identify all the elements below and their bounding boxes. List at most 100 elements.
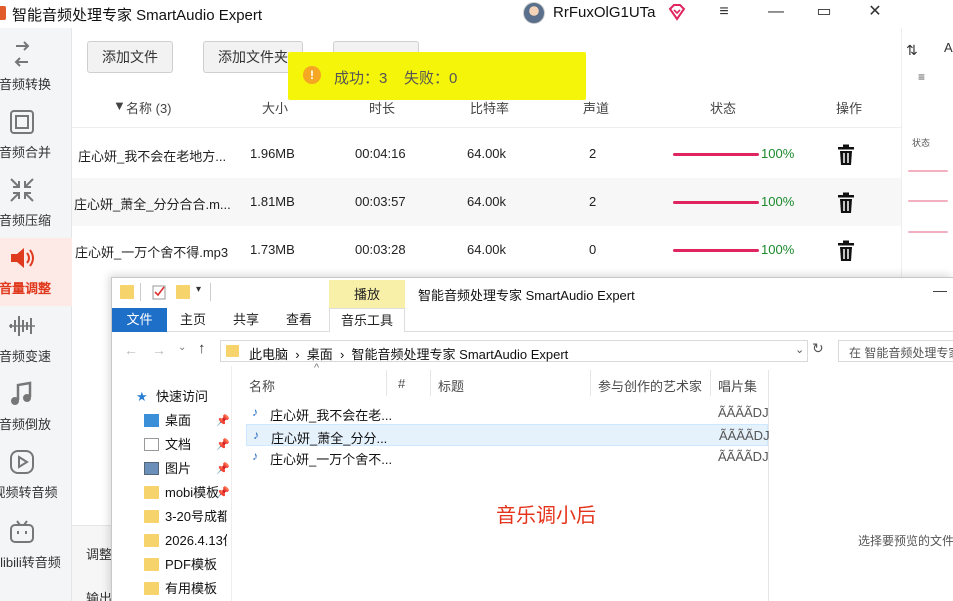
tab-play[interactable]: 播放 (329, 280, 405, 309)
progress-line (908, 200, 948, 202)
column-header-title[interactable]: 标题 (438, 376, 464, 395)
file-name: 庄心妍_萧全_分分... (271, 431, 388, 446)
file-item[interactable]: ♪ 庄心妍_一万个舍不... ÃÃÃÃDJ( (246, 446, 768, 468)
quick-access-dropdown-icon[interactable]: ▾ (196, 284, 201, 295)
folder-icon (226, 345, 239, 357)
vip-diamond-icon[interactable] (667, 2, 687, 22)
minimize-button[interactable]: — (765, 2, 787, 24)
search-input[interactable]: 在 智能音频处理专家 (838, 340, 953, 362)
sidebar-item-label: 音量调整 (0, 281, 51, 296)
sidebar-item-audio-merge[interactable]: 音频合并 (0, 102, 72, 170)
nav-label: 3-20号成都 (165, 509, 227, 524)
file-album: ÃÃÃÃDJ( (719, 428, 769, 443)
table-row[interactable]: 庄心妍_我不会在老地方... 1.96MB 00:04:16 64.00k 2 … (72, 130, 901, 178)
address-dropdown-icon[interactable]: ⌄ (795, 343, 804, 356)
username[interactable]: RrFuxOlG1UTa (553, 4, 656, 21)
table-row[interactable]: 庄心妍_一万个舍不得.mp3 1.73MB 00:03:28 64.00k 0 … (72, 226, 901, 274)
forward-icon[interactable]: → (152, 342, 166, 358)
output-label: 输出 (86, 591, 113, 601)
column-separator (590, 370, 591, 396)
address-bar-row: ← → ⌄ ↑ 此电脑 › 桌面 › 智能音频处理专家 SmartAudio E… (112, 336, 953, 366)
picture-icon (144, 462, 159, 475)
file-duration: 00:03:57 (355, 194, 406, 209)
nav-label: 有用模板 (165, 581, 218, 596)
sort-arrow-icon[interactable]: ▼ (113, 98, 126, 113)
column-header-size: 大小 (262, 101, 289, 116)
folder-icon (144, 558, 159, 571)
refresh-icon[interactable]: ↻ (812, 340, 824, 357)
table-row[interactable]: 庄心妍_萧全_分分合合.m... 1.81MB 00:03:57 64.00k … (72, 178, 901, 226)
file-bitrate: 64.00k (467, 194, 507, 209)
properties-icon[interactable] (152, 284, 166, 300)
divider (140, 283, 141, 301)
file-item[interactable]: ♪ 庄心妍_萧全_分分... ÃÃÃÃDJ( (246, 424, 769, 446)
close-button[interactable]: ✕ (864, 2, 886, 24)
sidebar-item-label: bilibili转音频 (0, 555, 61, 570)
file-name: 庄心妍_一万个舍不得.mp3 (75, 245, 229, 260)
sidebar-item-label: 音频合并 (0, 145, 51, 160)
file-item[interactable]: ♪ 庄心妍_我不会在老... ÃÃÃÃDJ( (246, 402, 768, 424)
file-channels: 2 (589, 146, 597, 161)
add-file-button[interactable]: 添加文件 (87, 41, 173, 73)
up-icon[interactable]: ↑ (198, 340, 206, 357)
column-header-actions: 操作 (836, 101, 863, 116)
minimize-button[interactable]: — (933, 282, 947, 298)
pin-icon: 📌 (216, 487, 230, 499)
column-header-name[interactable]: 名称 (249, 376, 275, 395)
tab-music-tools[interactable]: 音乐工具 (329, 308, 405, 332)
address-path: 此电脑 › 桌面 › 智能音频处理专家 SmartAudio Expert (249, 347, 569, 362)
settings-panel: 调整 输出 (72, 525, 112, 601)
document-icon (144, 438, 159, 451)
column-header-bitrate: 比特率 (470, 101, 510, 116)
file-size: 1.81MB (250, 194, 295, 209)
back-icon[interactable]: ← (124, 342, 138, 358)
trash-icon[interactable] (836, 240, 856, 262)
result-toast: ! 成功：3 失败：0 (288, 52, 586, 100)
column-header-artists[interactable]: 参与创作的艺术家 (598, 376, 702, 395)
recent-dropdown-icon[interactable]: ⌄ (178, 342, 186, 353)
file-album: ÃÃÃÃDJ( (718, 405, 768, 420)
progress-bar (673, 153, 759, 156)
sidebar-item-audio-convert[interactable]: 音频转换 (0, 34, 72, 102)
pin-icon: 📌 (216, 439, 230, 451)
trash-icon[interactable] (836, 192, 856, 214)
folder-icon (144, 486, 159, 499)
folder-icon (144, 510, 159, 523)
nav-label: 快速访问 (156, 389, 209, 404)
tab-file[interactable]: 文件 (112, 308, 167, 332)
sidebar-item-audio-speed[interactable]: 音频变速 (0, 306, 72, 374)
column-separator (386, 370, 387, 396)
sidebar: 音频转换 音频合并 音频压缩 音量调整 音频变速 音频倒放 频转音频 libil… (0, 28, 72, 601)
column-header-album[interactable]: 唱片集 (718, 376, 757, 395)
bilibili-icon (10, 520, 34, 543)
maximize-button[interactable]: ▭ (813, 2, 835, 24)
column-separator (430, 370, 431, 396)
tab-share[interactable]: 共享 (228, 308, 264, 332)
sidebar-item-video-to-audio[interactable]: 视频转音频 (0, 442, 72, 510)
column-header-number[interactable]: # (398, 376, 405, 391)
address-bar[interactable]: 此电脑 › 桌面 › 智能音频处理专家 SmartAudio Expert ⌄ (220, 340, 808, 362)
sidebar-item-bilibili-to-audio[interactable]: bilibili转音频 (0, 512, 72, 580)
new-folder-icon[interactable] (176, 285, 190, 299)
pin-icon: 📌 (216, 415, 230, 427)
sidebar-item-audio-compress[interactable]: 音频压缩 (0, 170, 72, 238)
trash-icon[interactable] (836, 144, 856, 166)
sidebar-item-audio-reverse[interactable]: 音频倒放 (0, 374, 72, 442)
menu-icon[interactable]: ≡ (713, 2, 735, 24)
background-window-edge: ⇅ A ≡ 状态 (901, 28, 953, 278)
column-header-name[interactable]: 名称 (3) (126, 98, 172, 117)
tab-view[interactable]: 查看 (281, 308, 317, 332)
sidebar-item-volume-adjust[interactable]: 音量调整 (0, 238, 72, 306)
file-name: 庄心妍_我不会在老... (270, 408, 393, 423)
file-name: 庄心妍_我不会在老地方... (78, 149, 227, 164)
sidebar-item-label: 音频倒放 (0, 417, 51, 432)
sort-ascending-icon: ^ (314, 362, 320, 374)
column-header-duration: 时长 (369, 101, 396, 116)
sidebar-item-label: 视频转音频 (0, 485, 58, 500)
app-logo-icon (0, 6, 6, 20)
audio-convert-icon (14, 41, 30, 67)
avatar[interactable] (523, 2, 545, 24)
file-bitrate: 64.00k (467, 242, 507, 257)
tab-home[interactable]: 主页 (175, 308, 211, 332)
nav-label: 2026.4.13保 (165, 533, 227, 548)
